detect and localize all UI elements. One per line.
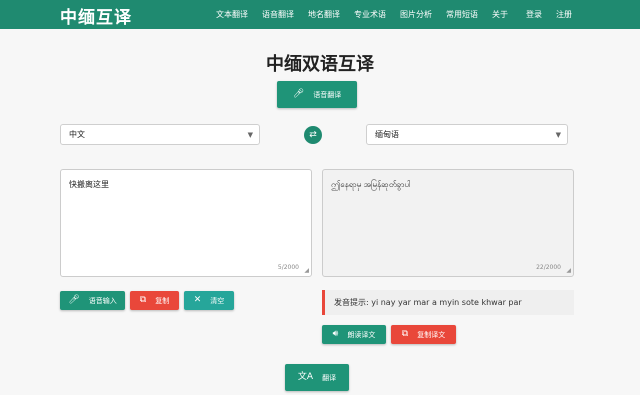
read-aloud-button[interactable]: 🔊︎ 朗读译文: [322, 325, 386, 344]
voice-translate-label: 语音翻译: [313, 90, 342, 99]
nav-menu: 文本翻译 语音翻译 地名翻译 专业术语 图片分析 常用短语 关于 登录 注册: [216, 9, 586, 20]
voice-translate-button[interactable]: 🎤︎ 语音翻译: [277, 81, 357, 108]
nav-item-text-translate[interactable]: 文本翻译: [216, 9, 248, 20]
translation-output: ဤနေရာမှ အမြန်ဆုတ်ခွာပါ 22/2000 ◢: [322, 169, 574, 277]
clear-label: 清空: [210, 296, 225, 305]
target-language-select[interactable]: 缅甸语 ▼: [366, 124, 568, 145]
close-icon: ✕: [193, 295, 202, 305]
source-char-count: 5/2000: [277, 264, 299, 271]
brand-logo[interactable]: 中缅互译: [60, 3, 132, 28]
resize-handle-icon[interactable]: ◢: [566, 267, 571, 274]
nav-item-about[interactable]: 关于: [492, 9, 508, 20]
nav-item-image-analysis[interactable]: 图片分析: [400, 9, 432, 20]
nav-item-register[interactable]: 注册: [556, 9, 572, 20]
translate-icon: 文A: [297, 372, 314, 382]
microphone-icon: 🎤︎: [68, 295, 80, 305]
copy-translation-button[interactable]: ⧉ 复制译文: [391, 325, 456, 344]
nav-item-terminology[interactable]: 专业术语: [354, 9, 386, 20]
speaker-icon: 🔊︎: [332, 329, 339, 339]
page-title: 中缅双语互译: [266, 54, 374, 75]
nav-item-login[interactable]: 登录: [526, 9, 542, 20]
read-aloud-label: 朗读译文: [347, 330, 376, 339]
target-language-value: 缅甸语: [375, 130, 399, 139]
copy-button[interactable]: ⧉ 复制: [130, 291, 179, 310]
chevron-down-icon: ▼: [555, 131, 561, 139]
translate-button[interactable]: 文A 翻译: [285, 364, 349, 391]
copy-icon: ⧉: [139, 295, 147, 305]
source-text-value: 快搬离这里: [69, 180, 109, 189]
top-navbar: 中缅互译 文本翻译 语音翻译 地名翻译 专业术语 图片分析 常用短语 关于 登录…: [0, 0, 640, 29]
nav-item-phrases[interactable]: 常用短语: [446, 9, 478, 20]
pronunciation-hint: 发音提示: yi nay yar mar a myin sote khwar p…: [322, 290, 574, 315]
microphone-icon: 🎤︎: [292, 89, 305, 99]
swap-icon: ⇄: [309, 130, 317, 140]
translate-label: 翻译: [322, 373, 337, 382]
resize-handle-icon[interactable]: ◢: [304, 267, 309, 274]
copy-translation-label: 复制译文: [417, 330, 446, 339]
chevron-down-icon: ▼: [247, 131, 253, 139]
copy-label: 复制: [155, 296, 170, 305]
source-language-select[interactable]: 中文 ▼: [60, 124, 260, 145]
source-language-value: 中文: [69, 130, 85, 139]
voice-input-label: 语音输入: [88, 296, 117, 305]
translation-text: ဤနေရာမှ အမြန်ဆုတ်ခွာပါ: [331, 180, 411, 189]
source-text-input[interactable]: 快搬离这里 5/2000 ◢: [60, 169, 312, 277]
voice-input-button[interactable]: 🎤︎ 语音输入: [60, 291, 125, 310]
clear-button[interactable]: ✕ 清空: [184, 291, 234, 310]
target-char-count: 22/2000: [536, 264, 561, 271]
nav-item-voice-translate[interactable]: 语音翻译: [262, 9, 294, 20]
copy-icon: ⧉: [401, 329, 409, 339]
swap-languages-button[interactable]: ⇄: [304, 126, 322, 144]
nav-item-place-names[interactable]: 地名翻译: [308, 9, 340, 20]
